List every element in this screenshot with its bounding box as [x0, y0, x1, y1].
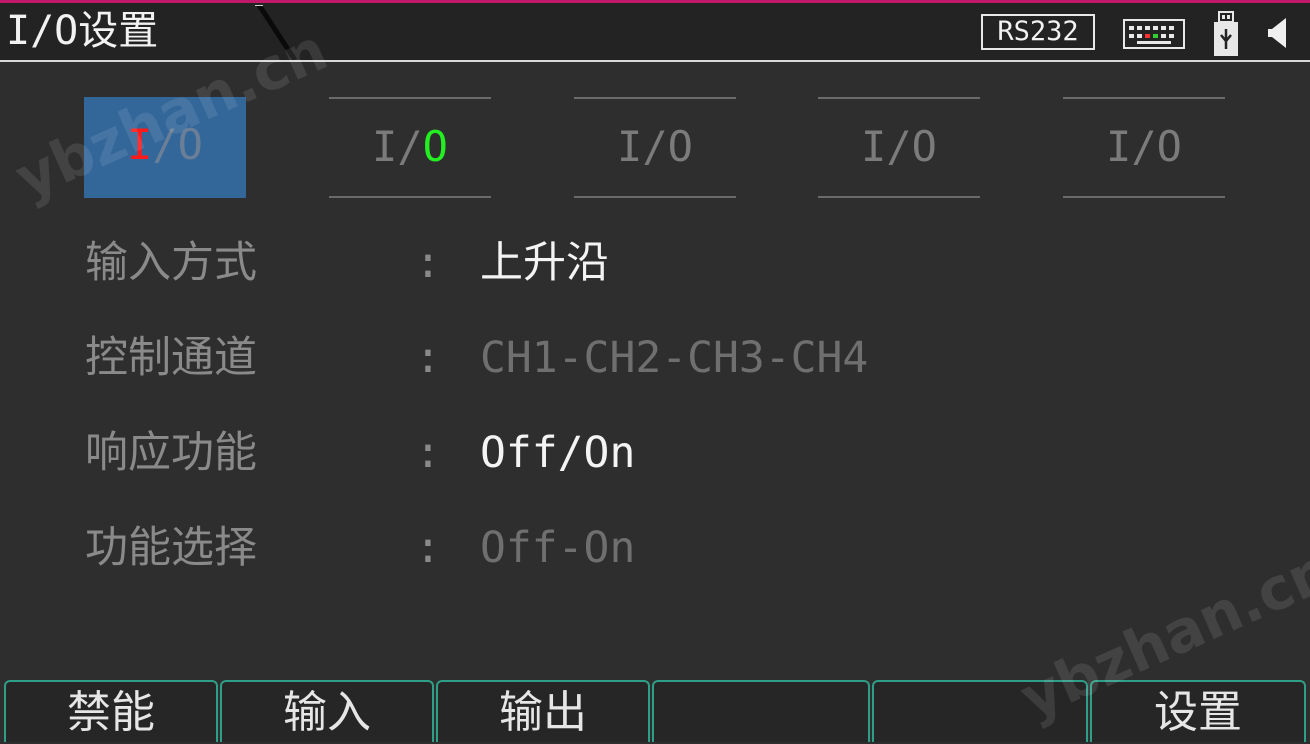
io-tab-5[interactable]: I/O — [1063, 97, 1225, 198]
keyboard-icon — [1123, 19, 1185, 49]
rs232-badge: RS232 — [981, 14, 1095, 50]
input-mode-value[interactable]: 上升沿 — [480, 233, 609, 293]
tab-3-i-label: I — [617, 122, 643, 171]
function-select-value: Off-On — [480, 523, 636, 573]
title-tab-edge — [255, 5, 298, 60]
tab-5-slash: / — [1131, 122, 1157, 171]
empty-softkey-4[interactable] — [652, 680, 870, 742]
tab-4-i-label: I — [861, 122, 887, 171]
output-softkey[interactable]: 输出 — [436, 680, 650, 742]
io-tab-2[interactable]: I/O — [329, 97, 491, 198]
title-bar: I/O设置 RS232 — [0, 3, 1310, 62]
tab-4-slash: / — [886, 122, 912, 171]
usb-icon — [1214, 11, 1238, 56]
page-title: I/O设置 — [6, 8, 159, 54]
io-tab-3[interactable]: I/O — [574, 97, 736, 198]
tab-1-o-label: O — [177, 120, 203, 169]
input-mode-colon: : — [415, 238, 441, 288]
function-select-label: 功能选择 — [85, 523, 257, 573]
io-settings-panel: I/O I/O I/O I/O I/O 输入方式 : 上升沿 控制通道 : CH… — [0, 62, 1310, 680]
tab-3-o-label: O — [667, 122, 693, 171]
control-channel-colon: : — [415, 333, 441, 383]
tab-5-i-label: I — [1106, 122, 1132, 171]
input-softkey[interactable]: 输入 — [220, 680, 434, 742]
settings-softkey[interactable]: 设置 — [1090, 680, 1306, 742]
io-tab-1[interactable]: I/O — [84, 97, 246, 198]
tab-2-o-label: O — [422, 122, 448, 171]
disable-softkey[interactable]: 禁能 — [4, 680, 218, 742]
speaker-icon — [1268, 18, 1286, 48]
tab-2-i-label: I — [372, 122, 398, 171]
control-channel-value: CH1-CH2-CH3-CH4 — [480, 333, 869, 383]
tab-1-i-label: I — [127, 120, 153, 169]
tab-3-slash: / — [642, 122, 668, 171]
tab-1-slash: / — [152, 120, 178, 169]
softkey-bar: 禁能 输入 输出 设置 — [0, 680, 1310, 742]
empty-softkey-5[interactable] — [872, 680, 1088, 742]
tab-4-o-label: O — [911, 122, 937, 171]
control-channel-label: 控制通道 — [85, 333, 257, 383]
tab-2-slash: / — [397, 122, 423, 171]
function-select-colon: : — [415, 523, 441, 573]
response-function-label: 响应功能 — [85, 428, 257, 478]
response-function-colon: : — [415, 428, 441, 478]
response-function-value[interactable]: Off/On — [480, 423, 635, 483]
tab-5-o-label: O — [1156, 122, 1182, 171]
io-tab-4[interactable]: I/O — [818, 97, 980, 198]
input-mode-label: 输入方式 — [85, 238, 257, 288]
